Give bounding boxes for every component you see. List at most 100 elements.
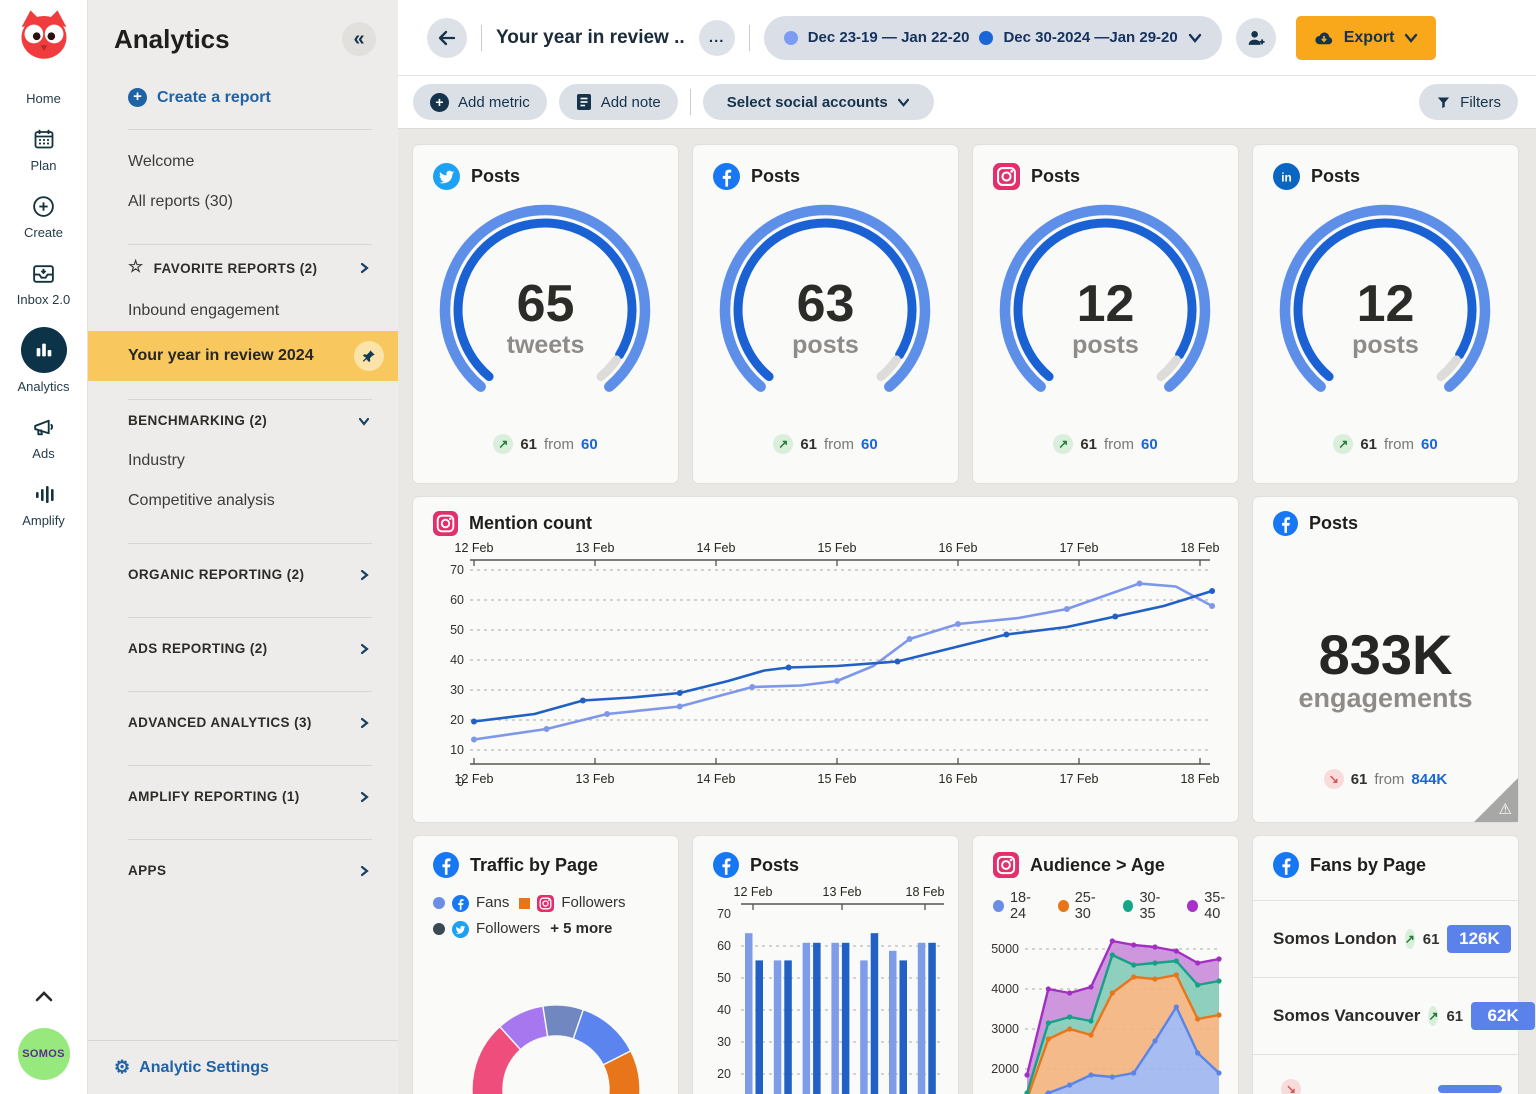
date-range-2: Dec 30-2024 —Jan 29-20 — [1003, 29, 1177, 46]
org-avatar[interactable]: SOMOS — [18, 1028, 70, 1080]
rail-item-analytics[interactable]: Analytics — [17, 327, 69, 394]
org-avatar-label: SOMOS — [22, 1048, 64, 1060]
cloud-download-icon — [1314, 29, 1334, 47]
svg-text:70: 70 — [450, 563, 464, 577]
facebook-icon — [433, 852, 459, 878]
sidebar-item-all-reports[interactable]: All reports (30) — [88, 182, 398, 222]
trend-up-icon: ↗ — [1333, 434, 1353, 454]
card-title: Posts — [1311, 166, 1360, 187]
traffic-by-page-card: Traffic by Page Fans — [413, 836, 678, 1094]
traffic-donut-chart — [413, 944, 678, 1094]
previous-value: 60 — [581, 436, 598, 453]
metric-unit: posts — [1253, 331, 1518, 360]
divider — [749, 25, 750, 51]
legend-label: Followers — [561, 890, 625, 916]
from-label: from — [1104, 436, 1134, 453]
svg-text:17 Feb: 17 Feb — [1060, 542, 1099, 555]
value-badge — [1438, 1085, 1502, 1093]
twitter-icon — [433, 163, 460, 190]
analytic-settings-link[interactable]: ⚙ Analytic Settings — [88, 1040, 398, 1094]
legend-item-facebook-fans[interactable]: Fans — [433, 890, 509, 916]
sidebar-item-industry[interactable]: Industry — [88, 441, 398, 481]
sidebar-item-inbound-engagement[interactable]: Inbound engagement — [88, 291, 398, 331]
back-button[interactable] — [427, 18, 467, 58]
hootsuite-logo[interactable] — [17, 8, 71, 65]
change-value: 61 — [1423, 931, 1440, 948]
analytic-settings-label: Analytic Settings — [139, 1059, 269, 1077]
sidebar-item-competitive-analysis[interactable]: Competitive analysis — [88, 481, 398, 521]
value-badge: 126K — [1447, 925, 1511, 953]
sidebar-collapse-button[interactable]: « — [342, 22, 376, 56]
svg-text:12 Feb: 12 Feb — [734, 886, 773, 899]
analytics-active-bubble — [21, 327, 67, 373]
chevron-down-icon[interactable] — [1404, 33, 1418, 43]
export-button[interactable]: Export — [1296, 16, 1437, 60]
rail-item-home[interactable]: Home — [26, 91, 61, 106]
instagram-icon — [993, 852, 1019, 878]
rail-item-amplify[interactable]: Amplify — [22, 481, 65, 528]
metric-unit: tweets — [413, 331, 678, 360]
calendar-icon — [32, 126, 56, 152]
trend-down-icon: ↘ — [1281, 1079, 1301, 1094]
add-note-label: Add note — [601, 94, 661, 111]
metric-card-facebook-posts: Posts 63 posts ↗ 61 from 60 — [693, 145, 958, 483]
report-toolbar: + Add metric Add note Select social acco… — [398, 76, 1536, 129]
legend-item-twitter-followers[interactable]: Followers + 5 more — [433, 916, 678, 942]
main-area: Your year in review .. ... Dec 23-19 — J… — [398, 0, 1536, 1094]
rail-item-ads[interactable]: Ads — [31, 414, 56, 461]
legend-label: Followers — [476, 916, 540, 942]
legend-item-instagram-followers[interactable]: Followers — [519, 890, 625, 916]
change-indicator: ↗ 61 from 60 — [413, 434, 678, 454]
share-user-button[interactable] — [1236, 18, 1276, 58]
sidebar-item-year-in-review-active[interactable]: Your year in review 2024 — [88, 331, 398, 381]
select-accounts-label: Select social accounts — [727, 94, 888, 111]
section-organic-reporting[interactable]: ORGANIC REPORTING (2) — [88, 554, 398, 595]
filters-button[interactable]: Filters — [1419, 84, 1518, 120]
sidebar-nav: + Create a report Welcome All reports (3… — [88, 56, 398, 1040]
pin-icon[interactable] — [354, 341, 384, 371]
section-label: AMPLIFY REPORTING (1) — [128, 789, 300, 804]
star-icon: ☆ — [128, 257, 144, 277]
section-amplify-reporting[interactable]: AMPLIFY REPORTING (1) — [88, 776, 398, 817]
legend-item-18-24[interactable]: 18-24 — [993, 890, 1044, 922]
section-benchmarking[interactable]: BENCHMARKING (2) — [88, 400, 398, 441]
funnel-icon — [1436, 95, 1451, 110]
add-metric-label: Add metric — [458, 94, 530, 111]
chevron-right-icon — [358, 643, 370, 655]
legend-item-35-40[interactable]: 35-40 — [1187, 890, 1238, 922]
from-label: from — [1384, 436, 1414, 453]
svg-text:18 Feb: 18 Feb — [1181, 772, 1220, 786]
sidebar-title: Analytics — [114, 24, 230, 55]
svg-text:18 Feb: 18 Feb — [906, 886, 945, 899]
collapse-caret-icon[interactable] — [33, 989, 55, 1008]
legend-item-30-35[interactable]: 30-35 — [1123, 890, 1174, 922]
section-advanced-analytics[interactable]: ADVANCED ANALYTICS (3) — [88, 702, 398, 743]
section-ads-reporting[interactable]: ADS REPORTING (2) — [88, 628, 398, 669]
rail-item-create[interactable]: Create — [24, 193, 63, 240]
section-favorite-reports[interactable]: ☆ FAVORITE REPORTS (2) — [88, 245, 398, 291]
add-metric-button[interactable]: + Add metric — [413, 84, 547, 120]
card-title: Posts — [751, 166, 800, 187]
user-add-icon — [1245, 27, 1267, 49]
chevron-down-icon — [897, 98, 910, 107]
section-apps[interactable]: APPS — [88, 850, 398, 891]
section-label: BENCHMARKING (2) — [128, 413, 267, 428]
rail-label: Inbox 2.0 — [17, 292, 71, 307]
warning-icon: ⚠ — [1499, 800, 1512, 818]
card-title: Traffic by Page — [470, 855, 598, 876]
more-options-button[interactable]: ... — [699, 20, 735, 56]
facebook-icon — [1273, 852, 1299, 878]
legend-item-25-30[interactable]: 25-30 — [1058, 890, 1109, 922]
rail-item-plan[interactable]: Plan — [30, 126, 56, 173]
add-note-button[interactable]: Add note — [559, 84, 678, 120]
change-indicator: ↘ 61 from 844K — [1253, 769, 1518, 789]
create-report-link[interactable]: + Create a report — [128, 88, 398, 107]
sidebar-item-welcome[interactable]: Welcome — [88, 142, 398, 182]
gear-icon: ⚙ — [114, 1057, 130, 1078]
rail-item-inbox[interactable]: Inbox 2.0 — [17, 260, 71, 307]
app-root: Home Plan Create — [0, 0, 1536, 1094]
select-social-accounts-button[interactable]: Select social accounts — [703, 84, 934, 120]
svg-text:10: 10 — [450, 743, 464, 757]
linkedin-icon: in — [1273, 163, 1300, 190]
date-range-selector[interactable]: Dec 23-19 — Jan 22-20 Dec 30-2024 —Jan 2… — [764, 16, 1222, 60]
